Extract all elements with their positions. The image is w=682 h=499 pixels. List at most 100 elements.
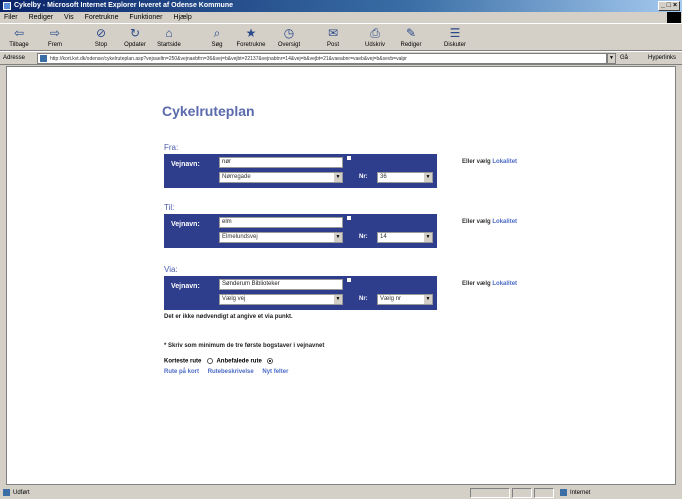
route-description-link[interactable]: Rutebeskrivelse [208, 369, 254, 375]
menu-edit[interactable]: Rediger [29, 14, 54, 21]
page-content: Cykelruteplan Fra: Vejnavn: nør Nørregad… [6, 66, 676, 485]
new-fields-link[interactable]: Nyt felter [262, 369, 288, 375]
favorites-button[interactable]: ★ Foretrukne [236, 26, 266, 48]
from-lokalitet-link[interactable]: Lokalitet [492, 159, 517, 165]
via-street-select-value: Vælg vej [222, 296, 246, 302]
forward-button[interactable]: ⇨ Frem [40, 26, 70, 48]
recommended-route-label: Anbefalede rute [216, 358, 262, 365]
edit-icon: ✎ [405, 26, 417, 40]
history-icon: ◷ [283, 26, 295, 40]
search-button[interactable]: ⌕ Søg [202, 26, 232, 48]
to-street-select[interactable]: Elmelundsvej ▼ [219, 232, 343, 243]
to-street-select-value: Elmelundsvej [222, 234, 258, 240]
to-nr-select[interactable]: 14 ▼ [377, 232, 433, 243]
chevron-down-icon: ▼ [334, 295, 342, 304]
from-street-input[interactable]: nør [219, 157, 343, 168]
zone-text: Internet [570, 490, 591, 496]
recommended-route-radio[interactable] [267, 358, 274, 364]
via-nr-select[interactable]: Vælg nr ▼ [377, 294, 433, 305]
address-bar: Adresse http://kort.kvt.dk/odense/cykelr… [0, 51, 682, 65]
eller-prefix: Eller vælg [462, 159, 491, 165]
to-street-input[interactable]: elm [219, 217, 343, 228]
refresh-icon: ↻ [129, 26, 141, 40]
address-dropdown-button[interactable]: ▼ [607, 53, 616, 64]
box-notch [347, 278, 351, 282]
menu-favorites[interactable]: Foretrukne [85, 14, 119, 21]
from-street-select[interactable]: Nørregade ▼ [219, 172, 343, 183]
via-route-box: Vejnavn: Sønderum Biblioteker Vælg vej ▼ … [164, 276, 437, 310]
via-street-input[interactable]: Sønderum Biblioteker [219, 279, 343, 290]
status-panel [512, 488, 532, 498]
menu-tools[interactable]: Funktioner [129, 14, 162, 21]
forward-arrow-icon: ⇨ [49, 26, 61, 40]
go-button[interactable]: Gå [620, 52, 628, 64]
stop-icon: ⊘ [95, 26, 107, 40]
refresh-button[interactable]: ↻ Opdater [120, 26, 150, 48]
shortest-route-label: Korteste rute [164, 358, 202, 365]
home-button[interactable]: ⌂ Startside [154, 26, 184, 48]
shortest-route-radio[interactable] [207, 358, 214, 364]
eller-prefix: Eller vælg [462, 219, 491, 225]
edit-button[interactable]: ✎ Rediger [396, 26, 426, 48]
route-type-options: Korteste rute Anbefalede rute [164, 358, 275, 365]
to-nr-label: Nr: [359, 234, 368, 240]
to-route-box: Vejnavn: elm Elmelundsvej ▼ Nr: 14 ▼ [164, 214, 437, 248]
action-links: Rute på kort Rutebeskrivelse Nyt felter [164, 369, 295, 375]
to-nr-select-value: 14 [380, 234, 387, 240]
via-street-select[interactable]: Vælg vej ▼ [219, 294, 343, 305]
browser-throbber-icon [667, 12, 681, 23]
menu-view[interactable]: Vis [64, 14, 74, 21]
menu-help[interactable]: Hjælp [173, 14, 191, 21]
print-button[interactable]: ⎙ Udskriv [360, 26, 390, 48]
mail-button[interactable]: ✉ Post [318, 26, 348, 48]
box-notch [347, 216, 351, 220]
history-button[interactable]: ◷ Oversigt [274, 26, 304, 48]
page-done-icon [3, 488, 10, 496]
address-url: http://kort.kvt.dk/odense/cykelruteplan.… [50, 56, 407, 62]
chevron-down-icon: ▼ [334, 173, 342, 182]
discuss-button[interactable]: ☰ Diskuter [440, 26, 470, 48]
address-label: Adresse [3, 55, 26, 61]
stop-button[interactable]: ⊘ Stop [86, 26, 116, 48]
chevron-down-icon: ▼ [424, 233, 432, 242]
discuss-icon: ☰ [449, 26, 461, 40]
via-lokalitet-link[interactable]: Lokalitet [492, 281, 517, 287]
menu-bar: Filer Rediger Vis Foretrukne Funktioner … [0, 12, 682, 23]
route-on-map-link[interactable]: Rute på kort [164, 369, 199, 375]
search-icon: ⌕ [213, 26, 221, 40]
ie-logo-icon [3, 2, 11, 10]
from-street-label: Vejnavn: [171, 161, 200, 168]
menu-file[interactable]: Filer [4, 14, 18, 21]
back-button[interactable]: ⇦ Tilbage [4, 26, 34, 48]
back-arrow-icon: ⇦ [13, 26, 25, 40]
from-nr-select[interactable]: 36 ▼ [377, 172, 433, 183]
security-zone: Internet [560, 487, 590, 499]
standard-toolbar: ⇦ Tilbage ⇨ Frem ⊘ Stop ↻ Opdater ⌂ Startside… [0, 23, 682, 51]
to-eller-vaelg: Eller vælg Lokalitet [462, 219, 517, 225]
status-left-text: Udført [13, 490, 30, 496]
from-route-box: Vejnavn: nør Nørregade ▼ Nr: 36 ▼ [164, 154, 437, 188]
print-icon: ⎙ [370, 26, 380, 40]
window-controls[interactable]: _ □ × [658, 1, 680, 11]
from-nr-select-value: 36 [380, 174, 387, 180]
home-icon: ⌂ [165, 26, 173, 40]
links-button[interactable]: Hyperlinks [648, 52, 676, 64]
status-panel [534, 488, 554, 498]
box-notch [347, 156, 351, 160]
address-input[interactable]: http://kort.kvt.dk/odense/cykelruteplan.… [37, 53, 607, 64]
to-heading: Til: [164, 203, 175, 212]
via-nr-label: Nr: [359, 296, 368, 302]
chevron-down-icon: ▼ [334, 233, 342, 242]
from-nr-label: Nr: [359, 174, 368, 180]
favorites-icon: ★ [245, 26, 257, 40]
via-heading: Via: [164, 265, 178, 274]
page-title: Cykelruteplan [162, 103, 255, 119]
input-hint: * Skriv som minimum de tre første bogsta… [164, 343, 325, 349]
from-heading: Fra: [164, 143, 179, 152]
via-note: Det er ikke nødvendigt at angive et via … [164, 314, 293, 320]
chevron-down-icon: ▼ [424, 173, 432, 182]
chevron-down-icon: ▼ [424, 295, 432, 304]
to-lokalitet-link[interactable]: Lokalitet [492, 219, 517, 225]
from-eller-vaelg: Eller vælg Lokalitet [462, 159, 517, 165]
status-bar: Udført Internet [0, 487, 682, 499]
